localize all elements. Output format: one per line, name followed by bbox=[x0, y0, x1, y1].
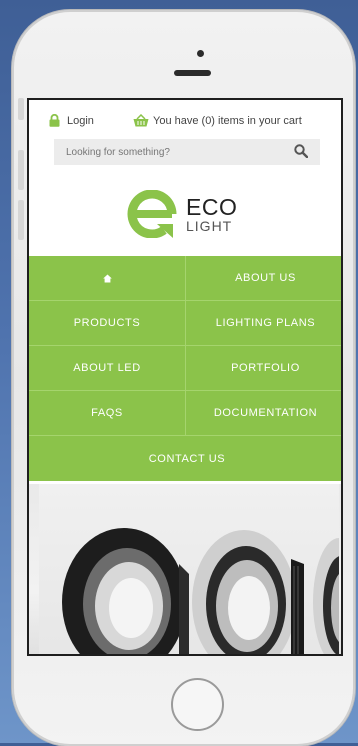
login-link[interactable]: Login bbox=[49, 114, 94, 127]
downlight-partial bbox=[313, 538, 341, 654]
volume-down-button bbox=[18, 200, 24, 240]
nav-contact-us[interactable]: CONTACT US bbox=[29, 436, 341, 481]
downlight-silver bbox=[192, 530, 304, 654]
top-bar: Login You have (0) items in your cart bbox=[29, 100, 341, 136]
mute-switch bbox=[18, 98, 24, 120]
logo-text-light: LIGHT bbox=[186, 217, 233, 234]
login-label: Login bbox=[67, 114, 94, 127]
earpiece-speaker bbox=[174, 70, 211, 76]
nav-portfolio[interactable]: PORTFOLIO bbox=[186, 346, 341, 391]
search-input[interactable] bbox=[54, 139, 308, 165]
search-icon[interactable] bbox=[294, 144, 308, 158]
nav-home[interactable] bbox=[29, 256, 186, 301]
hero-banner bbox=[29, 484, 341, 654]
hero-image bbox=[39, 484, 341, 654]
brand-logo[interactable]: ECO LIGHT bbox=[127, 190, 237, 238]
logo-text-eco: ECO bbox=[186, 193, 238, 220]
cart-text: You have (0) items in your cart bbox=[153, 114, 302, 127]
home-icon bbox=[102, 274, 112, 282]
front-camera bbox=[197, 50, 204, 57]
volume-up-button bbox=[18, 150, 24, 190]
phone-screen: Login You have (0) items in your cart EC… bbox=[27, 98, 343, 656]
lock-icon bbox=[49, 114, 60, 127]
nav-products[interactable]: PRODUCTS bbox=[29, 301, 186, 346]
downlight-black bbox=[62, 528, 189, 654]
eco-e-logo-icon bbox=[127, 190, 177, 238]
search-bar bbox=[54, 139, 320, 165]
led-downlights-image bbox=[62, 528, 341, 654]
nav-faqs[interactable]: FAQS bbox=[29, 391, 186, 436]
cart-link[interactable]: You have (0) items in your cart bbox=[133, 114, 302, 127]
nav-about-led[interactable]: ABOUT LED bbox=[29, 346, 186, 391]
nav-about-us[interactable]: ABOUT US bbox=[186, 256, 341, 301]
nav-documentation[interactable]: DOCUMENTATION bbox=[186, 391, 341, 436]
nav-lighting-plans[interactable]: LIGHTING PLANS bbox=[186, 301, 341, 346]
home-button[interactable] bbox=[171, 678, 224, 731]
basket-icon bbox=[133, 114, 149, 127]
